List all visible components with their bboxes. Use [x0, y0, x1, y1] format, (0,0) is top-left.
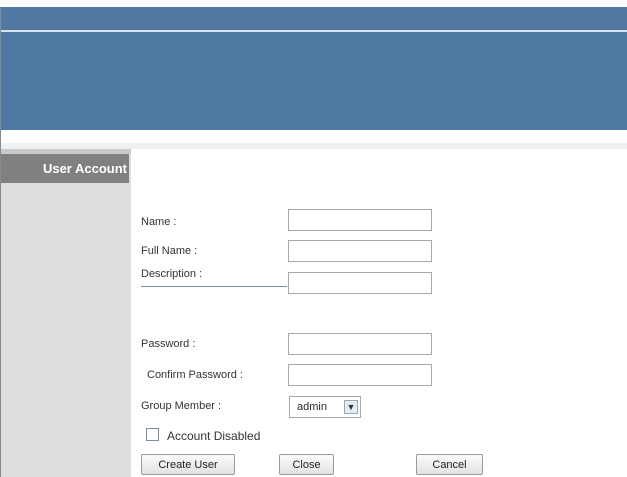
description-input[interactable] [288, 272, 432, 294]
account-disabled-checkbox[interactable] [146, 428, 159, 441]
confirm-password-input[interactable] [288, 364, 432, 386]
sidebar-divider [131, 149, 132, 477]
group-member-select[interactable]: admin ▼ [289, 396, 361, 418]
account-disabled-label: Account Disabled [167, 429, 261, 443]
header-banner [1, 32, 627, 130]
close-button[interactable]: Close [279, 454, 334, 475]
create-user-button[interactable]: Create User [141, 454, 235, 475]
name-label: Name : [141, 216, 177, 228]
sidebar-title[interactable]: User Account [1, 154, 129, 183]
password-input[interactable] [288, 333, 432, 355]
name-input[interactable] [288, 209, 432, 231]
top-rule [0, 0, 627, 7]
sidebar [1, 149, 131, 477]
header-gap [1, 130, 627, 143]
group-member-label: Group Member : [141, 400, 222, 412]
full-name-label: Full Name : [141, 245, 198, 257]
description-label: Description : [141, 268, 203, 280]
password-label: Password : [141, 338, 196, 350]
group-member-value: admin [297, 401, 327, 413]
description-underline [141, 286, 287, 287]
cancel-button[interactable]: Cancel [416, 454, 483, 475]
confirm-password-label: Confirm Password : [147, 369, 243, 381]
full-name-input[interactable] [288, 240, 432, 262]
chevron-down-icon[interactable]: ▼ [344, 400, 358, 414]
header-banner-top [1, 7, 627, 30]
